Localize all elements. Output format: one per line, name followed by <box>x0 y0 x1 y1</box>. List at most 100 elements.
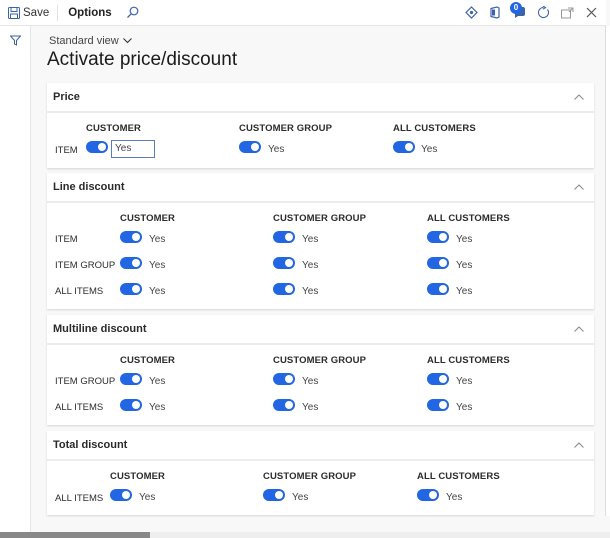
column-header-customer: CUSTOMER <box>110 471 165 482</box>
price-item-customer-group-toggle[interactable] <box>239 141 261 153</box>
row-label-all-items: ALL ITEMS <box>55 286 104 297</box>
total-all-items-all-customers-value: Yes <box>446 492 463 503</box>
price-item-all-customers-value: Yes <box>421 144 438 155</box>
left-rail <box>0 26 31 538</box>
multiline-item-group-customer-group-value: Yes <box>302 376 319 387</box>
row-label-item-group: ITEM GROUP <box>55 260 116 271</box>
section-title: Total discount <box>53 439 128 451</box>
line-item-customer-toggle[interactable] <box>120 231 142 243</box>
total-all-items-customer-toggle[interactable] <box>110 489 132 501</box>
total-all-items-customer-group-value: Yes <box>292 492 309 503</box>
column-header-customer-group: CUSTOMER GROUP <box>239 123 333 134</box>
line-all-items-all-customers-toggle[interactable] <box>427 283 449 295</box>
office-icon <box>489 6 501 19</box>
multiline-item-group-customer-toggle[interactable] <box>120 373 142 385</box>
refresh-button[interactable] <box>536 6 550 20</box>
section-title: Line discount <box>53 181 125 193</box>
filter-icon[interactable] <box>9 33 22 51</box>
multiline-all-items-customer-group-value: Yes <box>302 402 319 413</box>
line-item-group-all-customers-value: Yes <box>456 260 473 271</box>
save-button[interactable]: Save <box>0 0 53 25</box>
column-header-all-customers: ALL CUSTOMERS <box>417 471 500 482</box>
options-button[interactable]: Options <box>62 0 117 25</box>
multiline-item-group-customer-group-toggle[interactable] <box>273 373 295 385</box>
column-header-all-customers: ALL CUSTOMERS <box>393 123 476 134</box>
line-all-items-customer-toggle[interactable] <box>120 283 142 295</box>
line-item-group-customer-value: Yes <box>149 260 166 271</box>
multiline-item-group-all-customers-value: Yes <box>456 376 473 387</box>
multiline-discount-section: Multiline discount CUSTOMER CUSTOMER GRO… <box>47 315 594 425</box>
column-header-all-customers: ALL CUSTOMERS <box>427 355 510 366</box>
notifications-button[interactable]: 0 <box>510 1 526 20</box>
multiline-all-items-customer-group-toggle[interactable] <box>273 399 295 411</box>
background-document <box>150 532 610 538</box>
price-item-customer-group-value: Yes <box>268 144 285 155</box>
column-header-customer: CUSTOMER <box>86 123 141 134</box>
column-header-customer-group: CUSTOMER GROUP <box>273 213 367 224</box>
total-discount-section: Total discount CUSTOMER CUSTOMER GROUP A… <box>47 431 594 515</box>
line-discount-section-header[interactable]: Line discount <box>47 173 594 203</box>
row-label-all-items: ALL ITEMS <box>55 493 104 504</box>
multiline-all-items-all-customers-toggle[interactable] <box>427 399 449 411</box>
line-item-all-customers-toggle[interactable] <box>427 231 449 243</box>
column-header-customer-group: CUSTOMER GROUP <box>263 471 357 482</box>
line-item-customer-group-value: Yes <box>302 234 319 245</box>
row-label-item: ITEM <box>55 145 78 156</box>
multiline-item-group-all-customers-toggle[interactable] <box>427 373 449 385</box>
total-all-items-customer-value: Yes <box>139 492 156 503</box>
chevron-up-icon[interactable] <box>574 181 584 193</box>
row-label-all-items: ALL ITEMS <box>55 402 104 413</box>
section-title: Multiline discount <box>53 323 147 335</box>
price-item-all-customers-toggle[interactable] <box>393 141 415 153</box>
line-item-group-customer-group-toggle[interactable] <box>273 257 295 269</box>
chevron-up-icon[interactable] <box>574 91 584 103</box>
search-button[interactable] <box>118 0 147 25</box>
chevron-up-icon[interactable] <box>574 439 584 451</box>
close-button[interactable] <box>584 6 598 20</box>
price-item-customer-toggle[interactable] <box>86 141 108 153</box>
diamond-icon <box>464 6 478 19</box>
line-item-group-customer-toggle[interactable] <box>120 257 142 269</box>
row-label-item-group: ITEM GROUP <box>55 376 116 387</box>
search-icon <box>126 6 139 19</box>
multiline-all-items-all-customers-value: Yes <box>456 402 473 413</box>
price-section: Price CUSTOMER CUSTOMER GROUP ALL CUSTOM… <box>47 83 594 168</box>
price-section-header[interactable]: Price <box>47 83 594 113</box>
line-item-customer-value: Yes <box>149 234 166 245</box>
page-title: Activate price/discount <box>47 49 238 70</box>
line-item-all-customers-value: Yes <box>456 234 473 245</box>
column-header-all-customers: ALL CUSTOMERS <box>427 213 510 224</box>
refresh-icon <box>537 6 550 19</box>
main-content: Standard view Activate price/discount Pr… <box>31 26 606 516</box>
multiline-discount-section-header[interactable]: Multiline discount <box>47 315 594 345</box>
line-item-customer-group-toggle[interactable] <box>273 231 295 243</box>
multiline-item-group-customer-value: Yes <box>149 376 166 387</box>
action-pane: Save Options 0 <box>0 0 606 26</box>
line-discount-section: Line discount CUSTOMER CUSTOMER GROUP AL… <box>47 173 594 309</box>
column-header-customer: CUSTOMER <box>120 355 175 366</box>
chevron-up-icon[interactable] <box>574 323 584 335</box>
notification-badge: 0 <box>510 1 522 14</box>
close-icon <box>586 7 597 18</box>
column-header-customer: CUSTOMER <box>120 213 175 224</box>
view-selector[interactable]: Standard view <box>49 35 132 47</box>
chevron-down-icon <box>122 38 132 44</box>
multiline-all-items-customer-toggle[interactable] <box>120 399 142 411</box>
options-label: Options <box>68 6 112 19</box>
open-new-window-button[interactable] <box>560 6 574 20</box>
line-all-items-customer-value: Yes <box>149 286 166 297</box>
row-label-item: ITEM <box>55 234 78 245</box>
save-label: Save <box>23 6 50 19</box>
line-all-items-customer-group-toggle[interactable] <box>273 283 295 295</box>
line-item-group-all-customers-toggle[interactable] <box>427 257 449 269</box>
total-all-items-all-customers-toggle[interactable] <box>417 489 439 501</box>
total-all-items-customer-group-toggle[interactable] <box>263 489 285 501</box>
toolbar-divider <box>57 4 59 21</box>
office-button[interactable] <box>488 6 502 20</box>
line-all-items-customer-group-value: Yes <box>302 286 319 297</box>
line-all-items-all-customers-value: Yes <box>456 286 473 297</box>
power-apps-button[interactable] <box>464 6 478 20</box>
total-discount-section-header[interactable]: Total discount <box>47 431 594 461</box>
price-item-customer-value[interactable]: Yes <box>111 140 155 158</box>
pop-out-icon <box>560 7 574 19</box>
